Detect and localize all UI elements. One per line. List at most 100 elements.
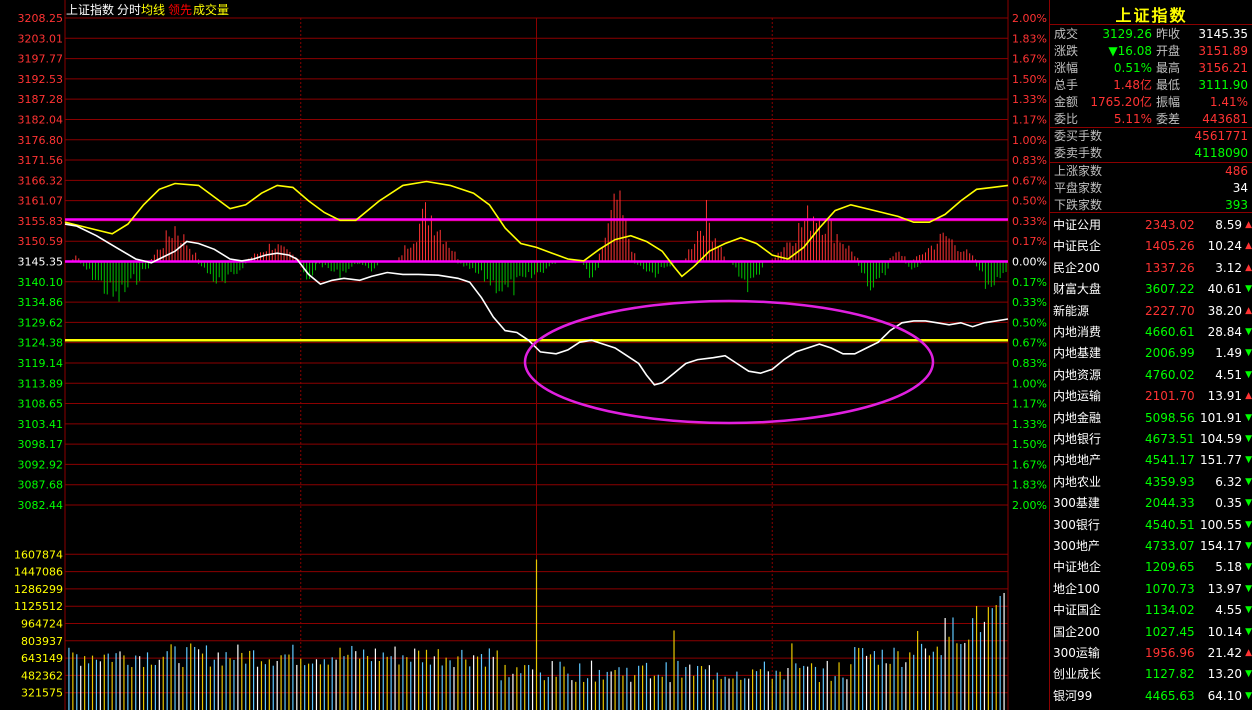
index-row[interactable]: 中证公用 2343.02 8.59 ▲ bbox=[1050, 214, 1252, 236]
price-tick: 3203.01 bbox=[18, 32, 64, 45]
down-arrow-icon: ▼ bbox=[1245, 690, 1252, 701]
index-row[interactable]: 中证地企 1209.65 5.18 ▼ bbox=[1050, 556, 1252, 578]
quote-label: 委比 bbox=[1054, 112, 1079, 126]
index-row[interactable]: 创业成长 1127.82 13.20 ▼ bbox=[1050, 663, 1252, 685]
index-row[interactable]: 新能源 2227.70 38.20 ▲ bbox=[1050, 300, 1252, 322]
pct-tick: 1.00% bbox=[1012, 377, 1047, 390]
pct-tick: 0.50% bbox=[1012, 316, 1047, 329]
stat-label: 委买手数 bbox=[1054, 129, 1103, 143]
index-row[interactable]: 内地农业 4359.93 6.32 ▼ bbox=[1050, 471, 1252, 493]
stat-row: 上涨家数 486 bbox=[1050, 163, 1252, 180]
index-name: 内地基建 bbox=[1053, 346, 1102, 361]
down-arrow-icon: ▼ bbox=[1245, 284, 1252, 295]
price-tick: 3087.68 bbox=[18, 479, 64, 492]
divider bbox=[1050, 24, 1252, 25]
highlight-ellipse bbox=[523, 299, 935, 425]
price-tick: 3192.53 bbox=[18, 73, 64, 86]
index-row[interactable]: 财富大盘 3607.22 40.61 ▼ bbox=[1050, 278, 1252, 300]
price-tick: 3124.38 bbox=[18, 337, 64, 350]
index-row[interactable]: 中证民企 1405.26 10.24 ▲ bbox=[1050, 235, 1252, 257]
index-row[interactable]: 银河99 4465.63 64.10 ▼ bbox=[1050, 685, 1252, 707]
index-change: 0.35 bbox=[1215, 496, 1242, 511]
pct-tick: 0.83% bbox=[1012, 357, 1047, 370]
quote-value: 443681 bbox=[1202, 112, 1248, 126]
quote-label: 最高 bbox=[1156, 61, 1181, 75]
price-tick: 3119.14 bbox=[18, 357, 64, 370]
index-name: 上证指数 bbox=[66, 2, 114, 17]
index-name: 300基建 bbox=[1053, 496, 1100, 511]
up-arrow-icon: ▲ bbox=[1245, 220, 1252, 230]
index-name: 中证地企 bbox=[1053, 560, 1102, 575]
index-row[interactable]: 内地资源 4760.02 4.51 ▼ bbox=[1050, 364, 1252, 386]
quote-value: 1.41% bbox=[1209, 95, 1248, 109]
index-row[interactable]: 300基建 2044.33 0.35 ▼ bbox=[1050, 492, 1252, 514]
index-name: 内地金融 bbox=[1053, 410, 1102, 425]
down-arrow-icon: ▼ bbox=[1245, 669, 1252, 680]
pct-tick: 1.67% bbox=[1012, 53, 1047, 66]
index-name: 财富大盘 bbox=[1053, 282, 1102, 297]
quote-row: 委比 5.11% 委差 443681 bbox=[1050, 111, 1252, 128]
index-change: 151.77 bbox=[1200, 453, 1242, 468]
quote-panel: 上证指数 成交 3129.26 昨收 3145.35 涨跌 ▼16.08 开盘 3151.89… bbox=[1049, 0, 1252, 710]
down-arrow-icon: ▼ bbox=[1245, 498, 1252, 509]
index-change: 4.51 bbox=[1215, 367, 1242, 382]
volume-tick: 803937 bbox=[21, 635, 63, 648]
index-row[interactable]: 300运输 1956.96 21.42 ▲ bbox=[1050, 642, 1252, 664]
index-change: 5.18 bbox=[1215, 560, 1242, 575]
up-arrow-icon: ▲ bbox=[1245, 305, 1252, 316]
index-name: 300地产 bbox=[1053, 539, 1100, 553]
price-tick: 3208.25 bbox=[18, 12, 64, 25]
index-change: 13.20 bbox=[1207, 667, 1242, 682]
price-tick: 3197.77 bbox=[18, 53, 64, 66]
index-change: 4.55 bbox=[1215, 603, 1242, 618]
index-name: 地企100 bbox=[1053, 581, 1100, 596]
index-name: 内地银行 bbox=[1053, 432, 1102, 446]
index-change: 38.20 bbox=[1207, 303, 1242, 318]
quote-value: ▼16.08 bbox=[1108, 44, 1152, 58]
price-tick: 3092.92 bbox=[18, 458, 64, 471]
quote-value: 3129.26 bbox=[1102, 27, 1152, 41]
quote-row: 金额 1765.20亿 振幅 1.41% bbox=[1050, 94, 1252, 111]
index-row[interactable]: 300地产 4733.07 154.17 ▼ bbox=[1050, 535, 1252, 557]
pct-tick: 1.50% bbox=[1012, 73, 1047, 86]
index-row[interactable]: 内地银行 4673.51 104.59 ▼ bbox=[1050, 428, 1252, 450]
index-row[interactable]: 国企200 1027.45 10.14 ▼ bbox=[1050, 621, 1252, 643]
pct-tick: 2.00% bbox=[1012, 12, 1047, 25]
price-tick: 3161.07 bbox=[18, 195, 64, 208]
panel-title: 上证指数 bbox=[1115, 6, 1188, 25]
divider bbox=[1050, 162, 1252, 163]
down-arrow-icon: ▼ bbox=[1245, 327, 1252, 337]
index-row[interactable]: 内地消费 4660.61 28.84 ▼ bbox=[1050, 321, 1252, 343]
stat-label: 平盘家数 bbox=[1054, 181, 1103, 195]
chart-mode: 分时 bbox=[117, 3, 141, 17]
index-row[interactable]: 内地金融 5098.56 101.91 ▼ bbox=[1050, 407, 1252, 429]
pct-tick: 0.33% bbox=[1012, 215, 1047, 228]
index-row[interactable]: 民企200 1337.26 3.12 ▲ bbox=[1050, 257, 1252, 279]
index-row[interactable]: 中证国企 1134.02 4.55 ▼ bbox=[1050, 599, 1252, 621]
index-change: 28.84 bbox=[1207, 325, 1242, 339]
index-name: 内地运输 bbox=[1053, 389, 1102, 404]
volume-tick: 482362 bbox=[21, 669, 63, 682]
index-change: 104.59 bbox=[1200, 432, 1242, 446]
volume-tick: 1447086 bbox=[14, 566, 63, 579]
index-row[interactable]: 300银行 4540.51 100.55 ▼ bbox=[1050, 514, 1252, 536]
down-arrow-icon: ▼ bbox=[1245, 583, 1252, 594]
intraday-chart[interactable]: 3208.25 3203.01 3197.77 3192.53 3187.28 3182.… bbox=[0, 0, 1049, 710]
index-change: 6.32 bbox=[1215, 474, 1242, 489]
index-change: 64.10 bbox=[1207, 688, 1242, 703]
quote-value: 1765.20亿 bbox=[1090, 95, 1152, 109]
stat-label: 委卖手数 bbox=[1054, 146, 1103, 160]
quote-label: 振幅 bbox=[1156, 95, 1181, 109]
index-row[interactable]: 地企100 1070.73 13.97 ▼ bbox=[1050, 578, 1252, 600]
up-arrow-icon: ▲ bbox=[1245, 241, 1252, 252]
quote-label: 委差 bbox=[1156, 112, 1181, 126]
quote-label: 昨收 bbox=[1156, 27, 1181, 41]
index-row[interactable]: 内地运输 2101.70 13.91 ▲ bbox=[1050, 385, 1252, 407]
index-change: 40.61 bbox=[1207, 282, 1242, 297]
index-change: 10.24 bbox=[1207, 239, 1242, 254]
index-row[interactable]: 内地基建 2006.99 1.49 ▼ bbox=[1050, 342, 1252, 364]
index-change: 3.12 bbox=[1215, 260, 1242, 275]
index-change: 100.55 bbox=[1200, 517, 1242, 532]
index-row[interactable]: 内地地产 4541.17 151.77 ▼ bbox=[1050, 449, 1252, 471]
up-arrow-icon: ▲ bbox=[1245, 262, 1252, 273]
